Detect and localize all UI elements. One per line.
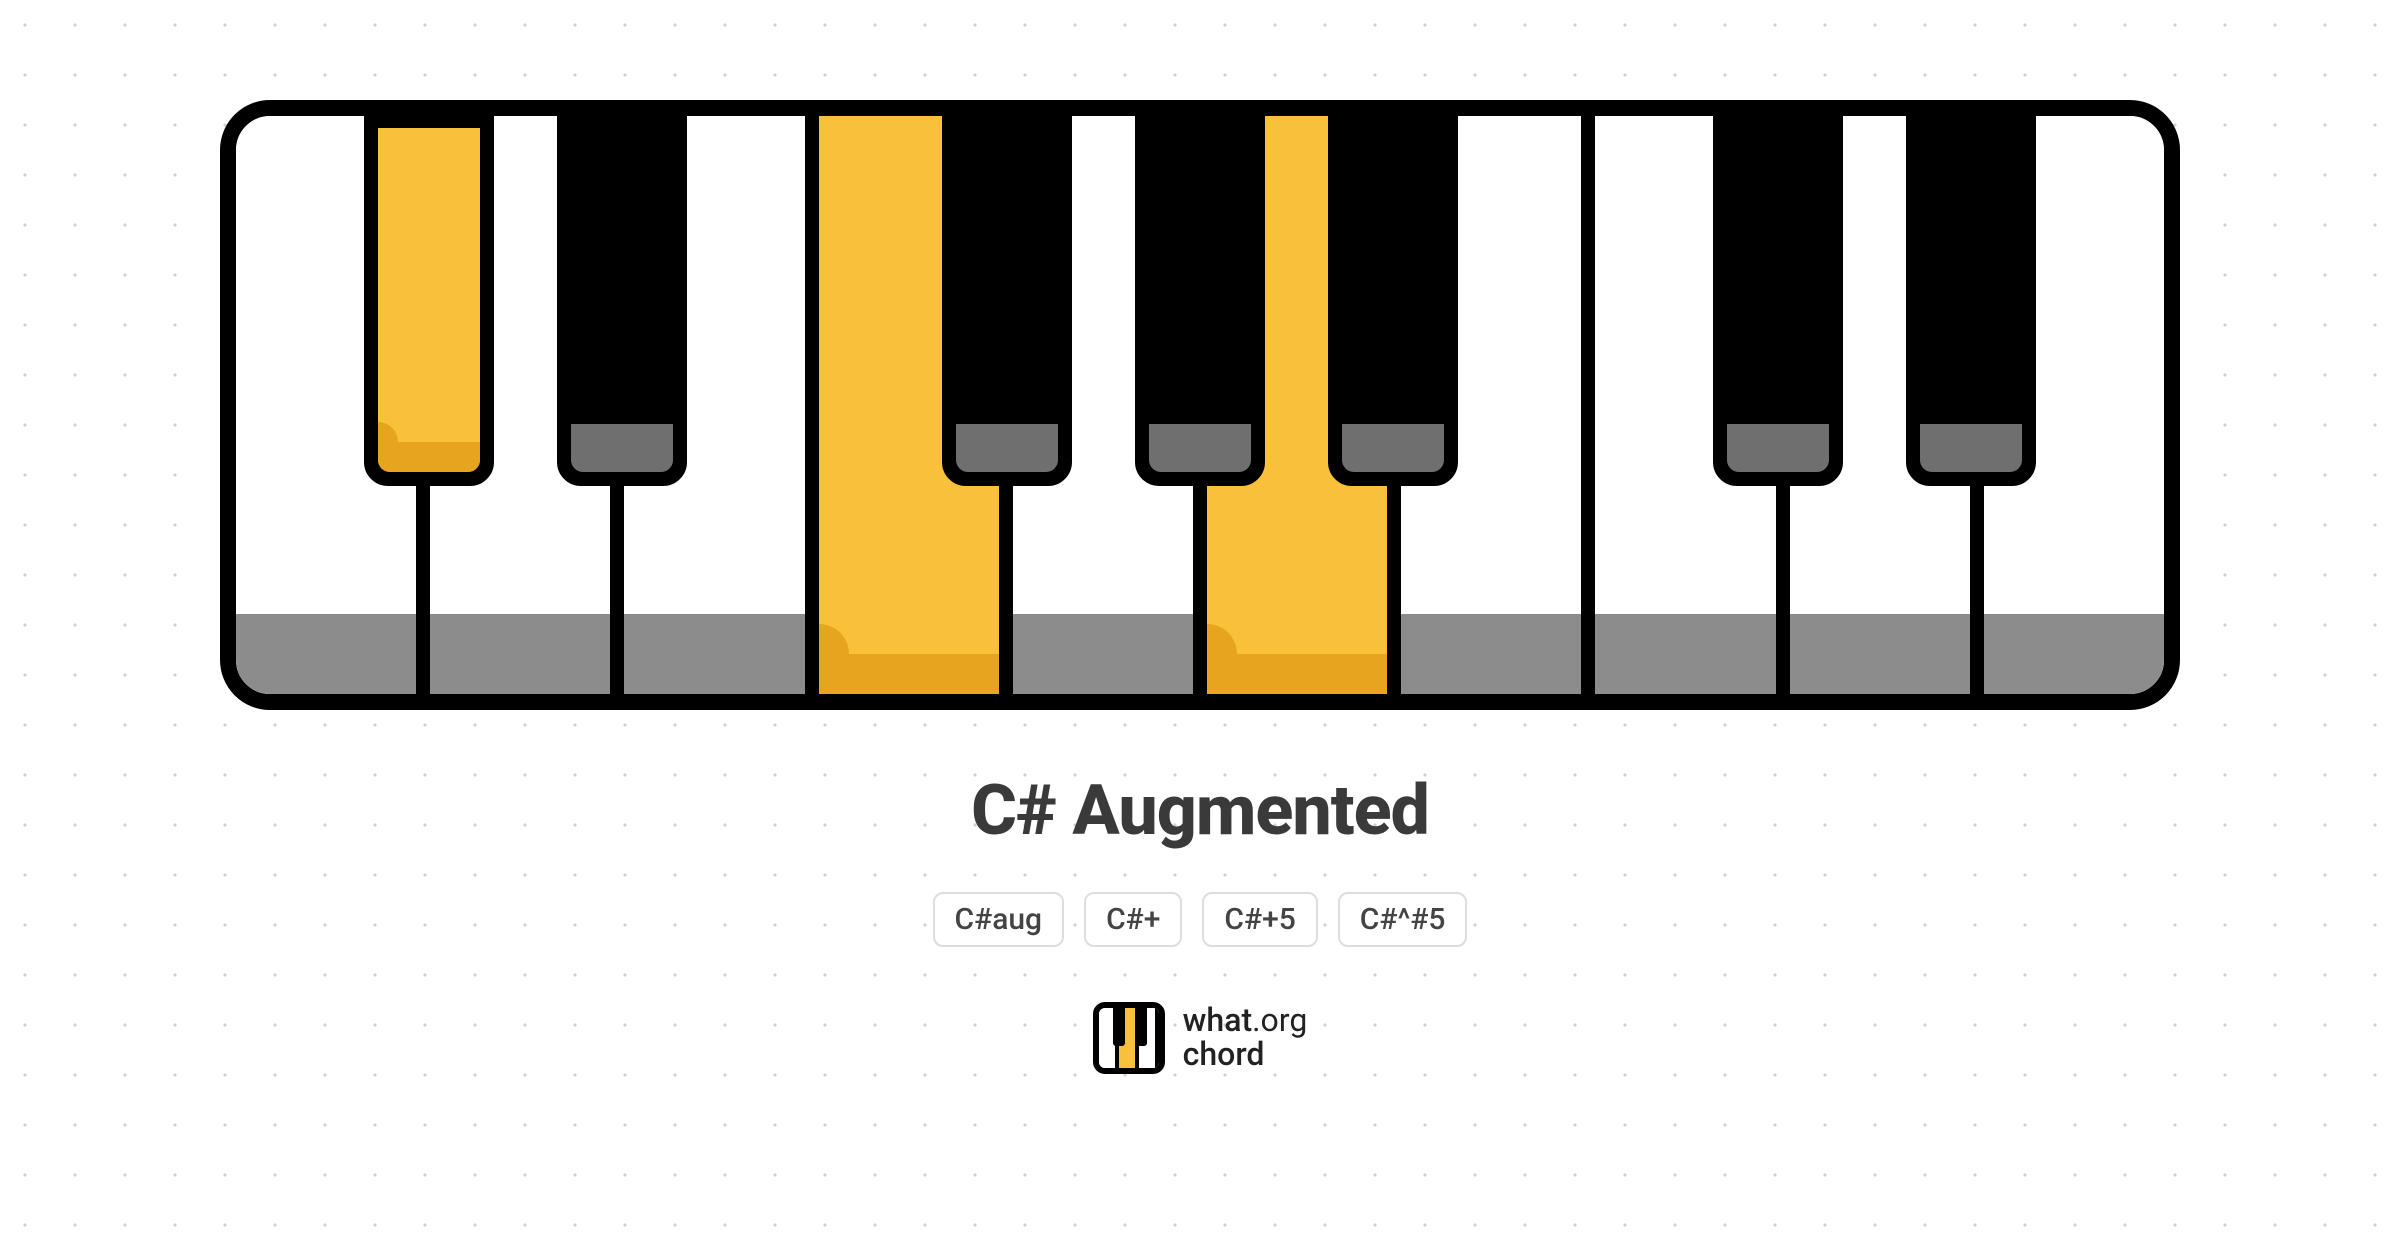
- site-brand: what.org chord: [1093, 1002, 1308, 1074]
- brand-what: what: [1183, 1001, 1252, 1039]
- black-key-D#-1: [557, 116, 687, 486]
- chord-alias-2: C#+5: [1202, 892, 1317, 947]
- brand-text: what.org chord: [1183, 1004, 1308, 1071]
- chord-aliases: C#aug C#+ C#+5 C#^#5: [933, 892, 1468, 947]
- chord-alias-1: C#+: [1084, 892, 1182, 947]
- black-key-D#-6: [1906, 116, 2036, 486]
- black-key-C#-5: [1713, 116, 1843, 486]
- brand-org: .org: [1252, 1001, 1307, 1039]
- black-key-F#-2: [942, 116, 1072, 486]
- black-key-G#-3: [1135, 116, 1265, 486]
- chord-alias-3: C#^#5: [1338, 892, 1468, 947]
- chord-name-title: C# Augmented: [971, 770, 1429, 852]
- chord-alias-0: C#aug: [933, 892, 1065, 947]
- brand-chord: chord: [1183, 1035, 1265, 1073]
- black-key-C#-0: [364, 116, 494, 486]
- brand-logo-icon: [1093, 1002, 1165, 1074]
- black-key-A#-4: [1328, 116, 1458, 486]
- piano-keyboard: [220, 100, 2180, 710]
